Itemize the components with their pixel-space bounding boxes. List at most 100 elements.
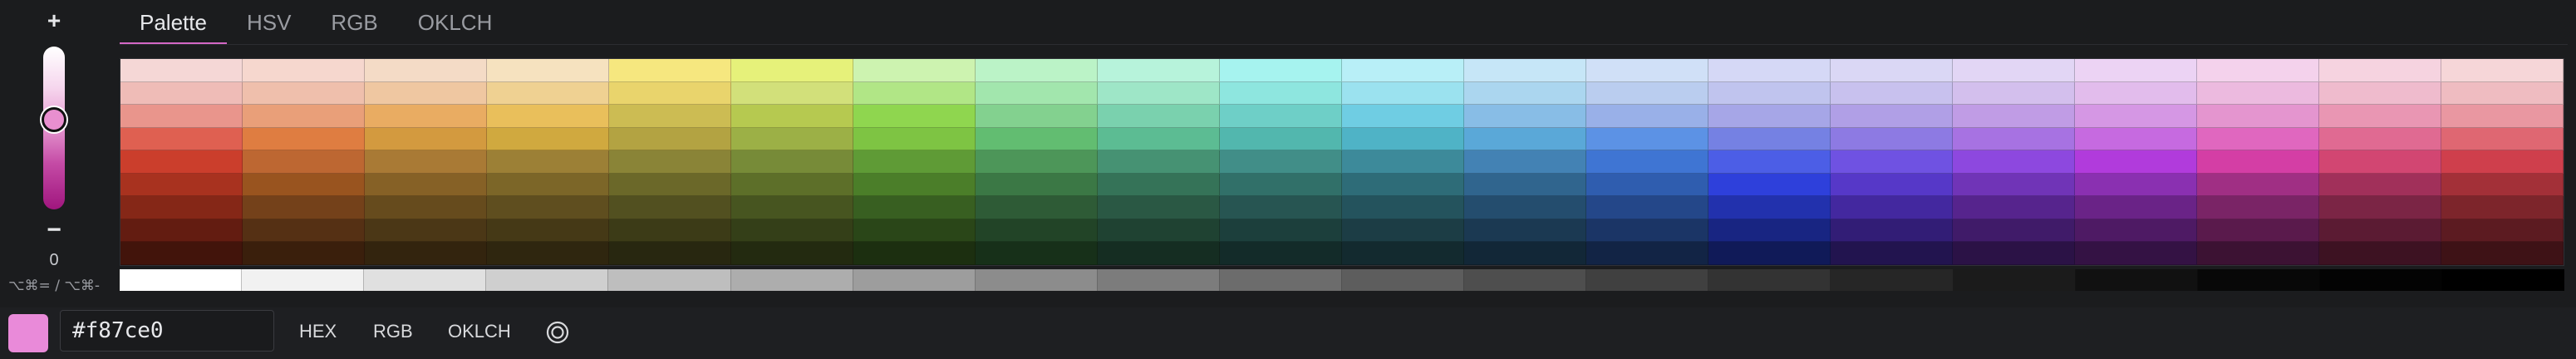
- palette-swatch[interactable]: [1831, 219, 1953, 243]
- palette-swatch[interactable]: [853, 150, 976, 174]
- palette-swatch[interactable]: [1586, 196, 1708, 219]
- palette-swatch[interactable]: [609, 81, 731, 106]
- palette-swatch[interactable]: [243, 59, 365, 82]
- grayscale-swatch[interactable]: [1831, 269, 1954, 291]
- palette-swatch[interactable]: [2197, 173, 2319, 197]
- palette-swatch[interactable]: [1342, 219, 1464, 243]
- palette-swatch[interactable]: [487, 242, 609, 265]
- palette-swatch[interactable]: [1586, 81, 1708, 106]
- palette-swatch[interactable]: [1708, 59, 1831, 82]
- palette-swatch[interactable]: [1464, 173, 1586, 197]
- palette-swatch[interactable]: [853, 242, 976, 265]
- palette-swatch[interactable]: [2197, 196, 2319, 219]
- tab-hsv[interactable]: HSV: [227, 0, 311, 43]
- palette-swatch[interactable]: [976, 105, 1098, 128]
- tab-oklch[interactable]: OKLCH: [398, 0, 513, 43]
- palette-swatch[interactable]: [853, 196, 976, 219]
- palette-swatch[interactable]: [2319, 59, 2441, 82]
- palette-swatch[interactable]: [120, 196, 243, 219]
- grayscale-swatch[interactable]: [2197, 269, 2320, 291]
- palette-swatch[interactable]: [2075, 150, 2197, 174]
- palette-swatch[interactable]: [2197, 105, 2319, 128]
- palette-swatch[interactable]: [487, 105, 609, 128]
- palette-swatch[interactable]: [2319, 127, 2441, 151]
- palette-swatch[interactable]: [1342, 242, 1464, 265]
- grayscale-swatch[interactable]: [364, 269, 487, 291]
- palette-swatch[interactable]: [1831, 105, 1953, 128]
- palette-swatch[interactable]: [731, 150, 853, 174]
- palette-swatch[interactable]: [1098, 127, 1220, 151]
- palette-swatch[interactable]: [1342, 150, 1464, 174]
- palette-swatch[interactable]: [243, 127, 365, 151]
- palette-swatch[interactable]: [976, 196, 1098, 219]
- format-hex-button[interactable]: HEX: [299, 317, 337, 346]
- palette-swatch[interactable]: [2319, 105, 2441, 128]
- grayscale-swatch[interactable]: [1953, 269, 2076, 291]
- grayscale-swatch[interactable]: [1219, 269, 1342, 291]
- palette-swatch[interactable]: [976, 173, 1098, 197]
- palette-swatch[interactable]: [1708, 81, 1831, 106]
- palette-swatch[interactable]: [2319, 242, 2441, 265]
- palette-swatch[interactable]: [2319, 81, 2441, 106]
- palette-swatch[interactable]: [853, 173, 976, 197]
- grayscale-swatch[interactable]: [853, 269, 976, 291]
- palette-swatch[interactable]: [120, 105, 243, 128]
- current-color-swatch[interactable]: [8, 314, 48, 352]
- palette-swatch[interactable]: [609, 127, 731, 151]
- palette-swatch[interactable]: [731, 196, 853, 219]
- palette-swatch[interactable]: [1464, 150, 1586, 174]
- palette-swatch[interactable]: [1953, 59, 2075, 82]
- palette-swatch[interactable]: [976, 242, 1098, 265]
- palette-swatch[interactable]: [120, 242, 243, 265]
- palette-swatch[interactable]: [2075, 127, 2197, 151]
- palette-swatch[interactable]: [1708, 219, 1831, 243]
- palette-swatch[interactable]: [609, 173, 731, 197]
- grayscale-swatch[interactable]: [2441, 269, 2564, 291]
- palette-swatch[interactable]: [1708, 127, 1831, 151]
- palette-swatch[interactable]: [365, 150, 487, 174]
- palette-swatch[interactable]: [1464, 127, 1586, 151]
- palette-swatch[interactable]: [1831, 150, 1953, 174]
- tab-palette[interactable]: Palette: [120, 0, 227, 45]
- grayscale-swatch[interactable]: [120, 269, 243, 291]
- palette-swatch[interactable]: [731, 105, 853, 128]
- palette-swatch[interactable]: [1831, 242, 1953, 265]
- palette-swatch[interactable]: [1098, 173, 1220, 197]
- palette-swatch[interactable]: [2197, 59, 2319, 82]
- palette-swatch[interactable]: [609, 242, 731, 265]
- palette-swatch[interactable]: [1831, 127, 1953, 151]
- palette-swatch[interactable]: [2197, 219, 2319, 243]
- palette-swatch[interactable]: [976, 219, 1098, 243]
- palette-swatch[interactable]: [1220, 242, 1342, 265]
- brightness-slider-thumb[interactable]: [42, 107, 66, 133]
- palette-swatch[interactable]: [1708, 242, 1831, 265]
- palette-swatch[interactable]: [853, 81, 976, 106]
- palette-swatch[interactable]: [2075, 105, 2197, 128]
- palette-swatch[interactable]: [731, 242, 853, 265]
- palette-swatch[interactable]: [2075, 59, 2197, 82]
- grayscale-swatch[interactable]: [1464, 269, 1587, 291]
- palette-swatch[interactable]: [365, 242, 487, 265]
- palette-swatch[interactable]: [1220, 219, 1342, 243]
- grayscale-swatch[interactable]: [2319, 269, 2442, 291]
- palette-swatch[interactable]: [1464, 219, 1586, 243]
- palette-swatch[interactable]: [2075, 81, 2197, 106]
- palette-swatch[interactable]: [2441, 127, 2564, 151]
- palette-swatch[interactable]: [1586, 105, 1708, 128]
- palette-swatch[interactable]: [1708, 196, 1831, 219]
- palette-swatch[interactable]: [976, 127, 1098, 151]
- palette-swatch[interactable]: [487, 173, 609, 197]
- palette-swatch[interactable]: [120, 173, 243, 197]
- palette-swatch[interactable]: [120, 127, 243, 151]
- palette-swatch[interactable]: [2197, 242, 2319, 265]
- palette-swatch[interactable]: [976, 150, 1098, 174]
- grayscale-swatch[interactable]: [1097, 269, 1220, 291]
- tab-rgb[interactable]: RGB: [311, 0, 397, 43]
- palette-swatch[interactable]: [2319, 150, 2441, 174]
- palette-swatch[interactable]: [1342, 105, 1464, 128]
- palette-swatch[interactable]: [1586, 219, 1708, 243]
- palette-swatch[interactable]: [365, 219, 487, 243]
- palette-swatch[interactable]: [120, 59, 243, 82]
- palette-swatch[interactable]: [1342, 59, 1464, 82]
- palette-swatch[interactable]: [1586, 173, 1708, 197]
